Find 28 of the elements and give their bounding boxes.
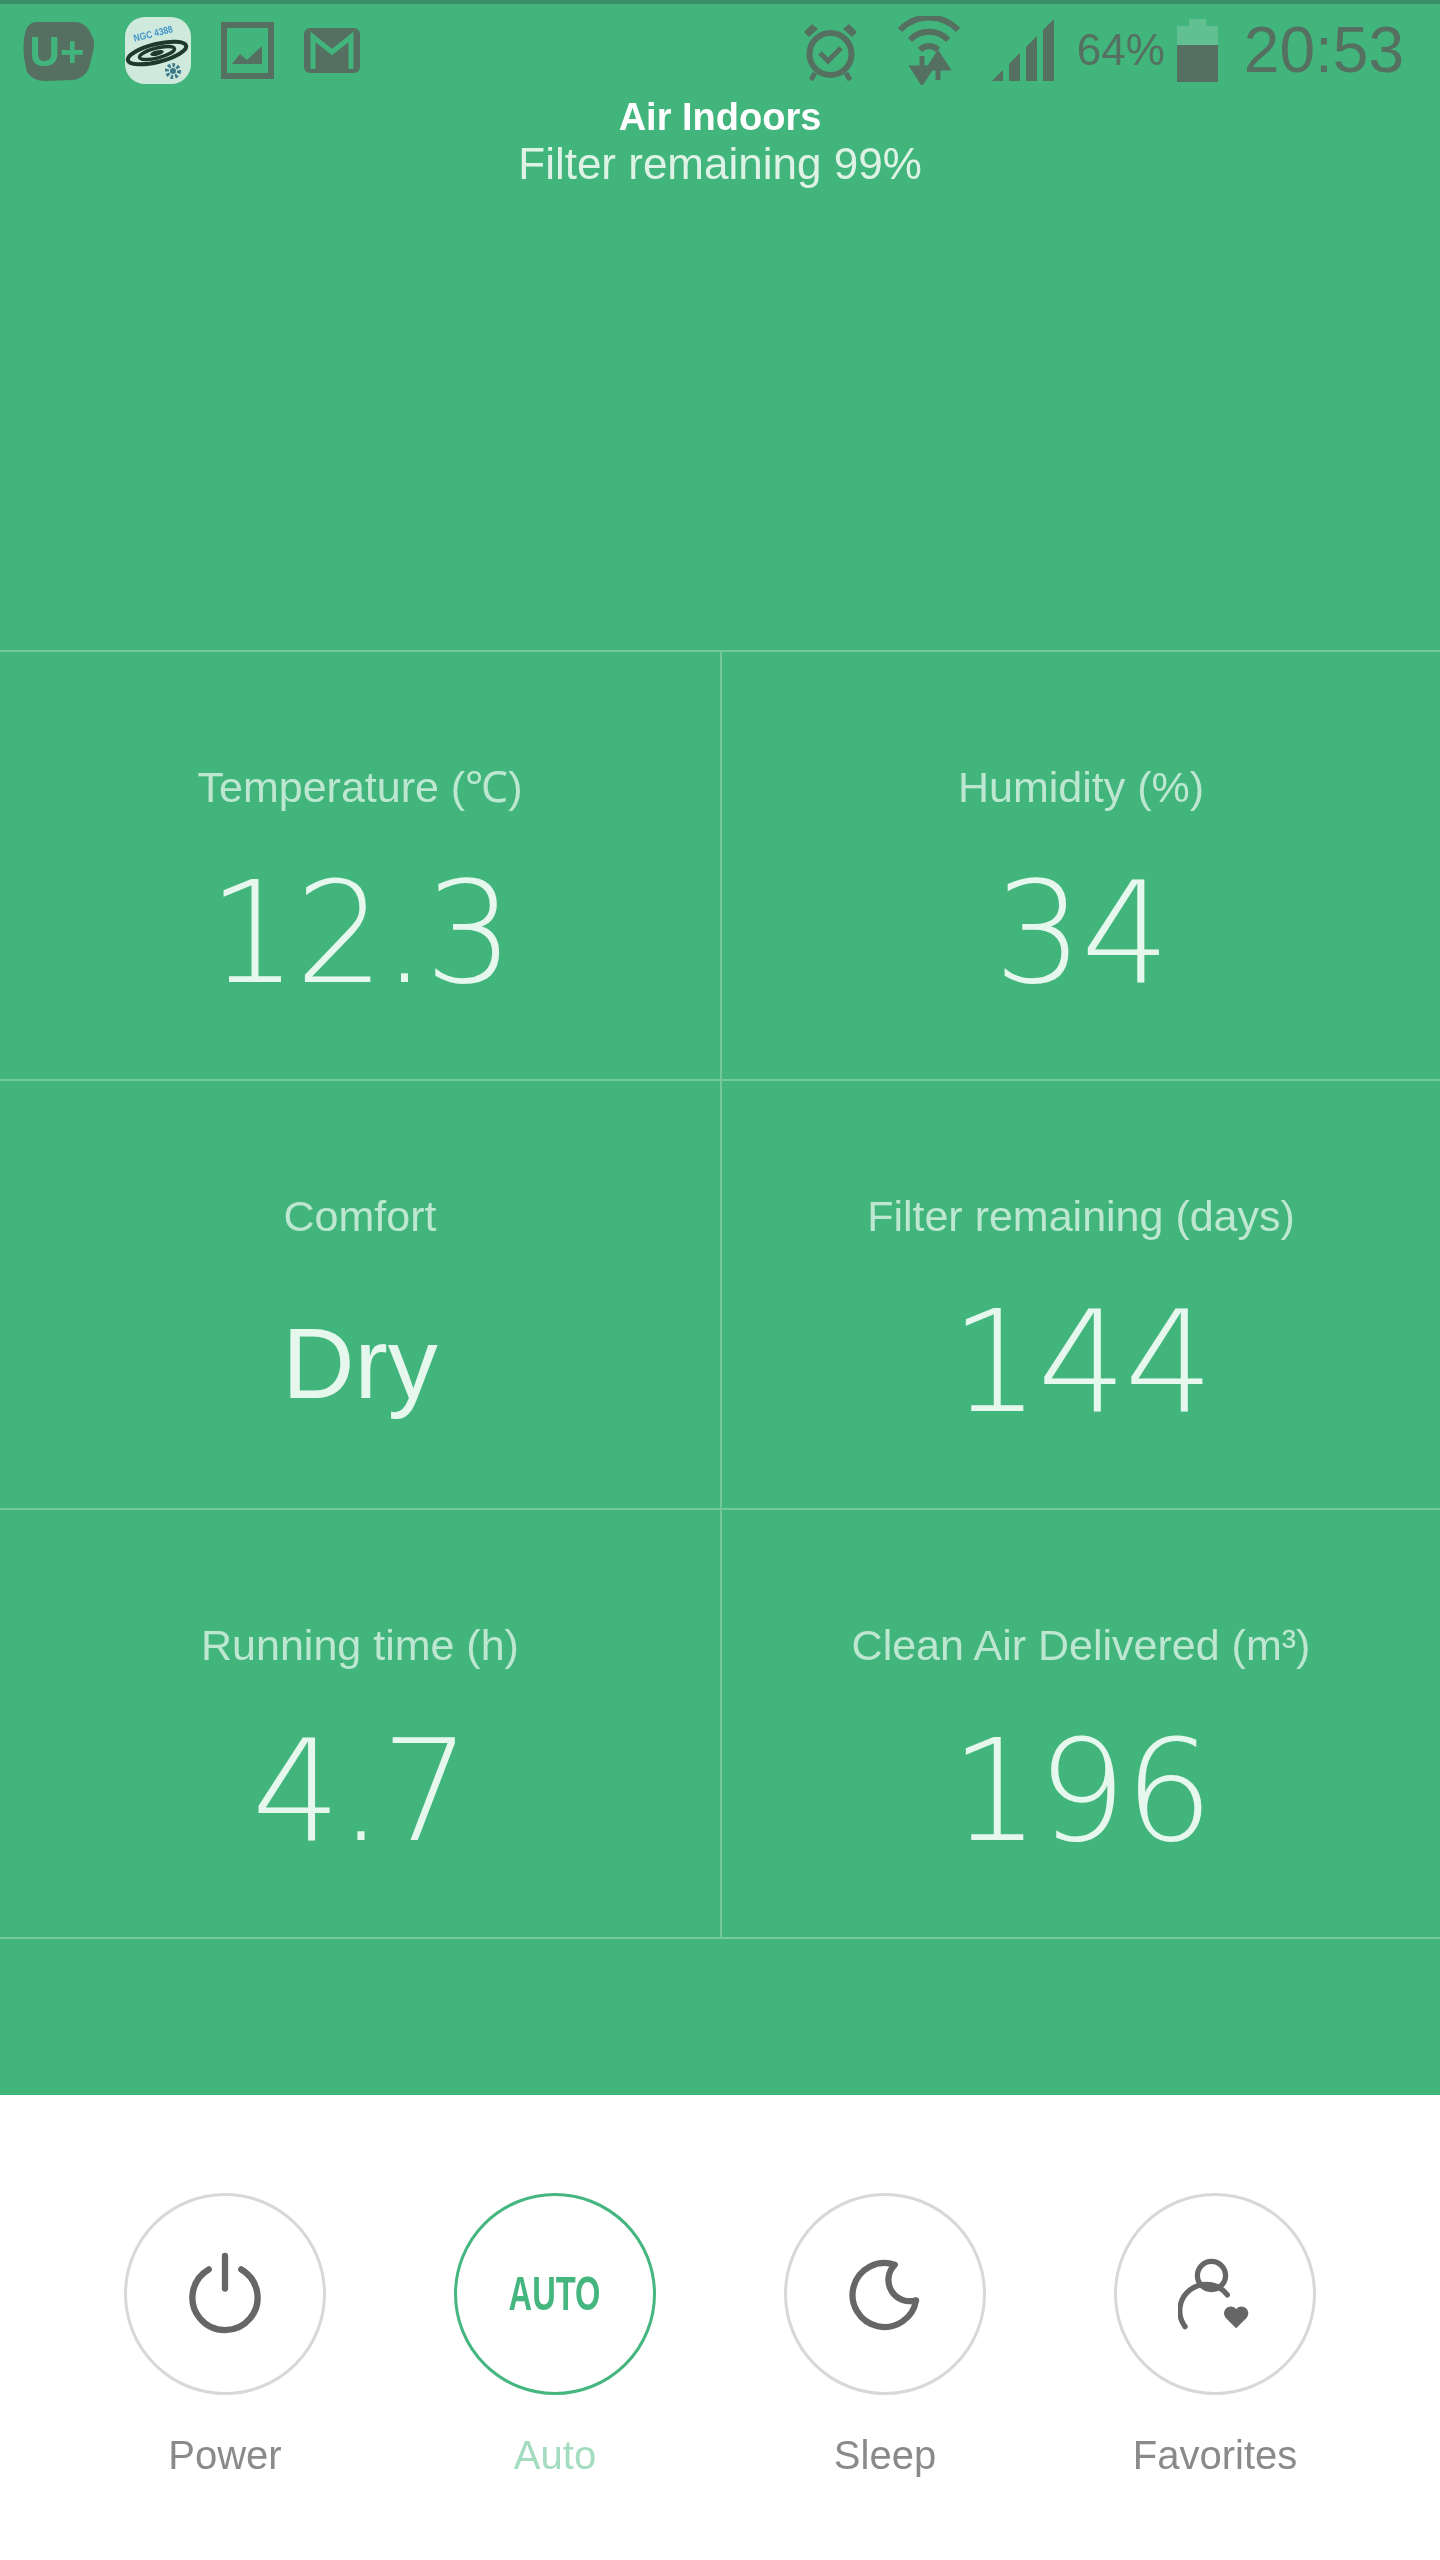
- battery-icon: [1176, 18, 1218, 82]
- app-icon: NGC 4388: [125, 16, 191, 84]
- power-icon: [187, 2252, 263, 2336]
- metric-value: 144: [950, 1280, 1212, 1446]
- metric-value: 4.7: [251, 1709, 469, 1875]
- filter-status-text: Filter remaining 99%: [518, 138, 922, 190]
- mode-label: Favorites: [1132, 2432, 1298, 2479]
- screen-title: Air Indoors: [618, 96, 822, 138]
- battery-percent: 64%: [1076, 25, 1165, 75]
- metric-value: 12.3: [208, 851, 512, 1017]
- metric-label: Comfort: [283, 1191, 437, 1241]
- metric-value: Dry: [282, 1306, 438, 1421]
- metric-value: 196: [950, 1709, 1212, 1875]
- metric-label: Humidity (%): [957, 762, 1205, 812]
- picture-icon: [221, 21, 274, 79]
- status-time: 20:53: [1243, 18, 1404, 82]
- metric-value: 34: [993, 851, 1169, 1017]
- metric-label: Filter remaining (days): [867, 1191, 1295, 1241]
- wifi-icon: [895, 15, 962, 85]
- mode-label: Auto: [513, 2432, 597, 2479]
- metric-label: Running time (h): [201, 1620, 519, 1670]
- mode-label: Sleep: [833, 2432, 937, 2479]
- signal-icon: [991, 19, 1055, 81]
- mail-icon: [304, 27, 360, 73]
- metric-label: Clean Air Delivered (m³): [851, 1620, 1311, 1670]
- mode-button[interactable]: AUTO: [454, 2193, 656, 2395]
- metric-label: Temperature (℃): [197, 762, 523, 812]
- mode-label: Power: [168, 2432, 282, 2479]
